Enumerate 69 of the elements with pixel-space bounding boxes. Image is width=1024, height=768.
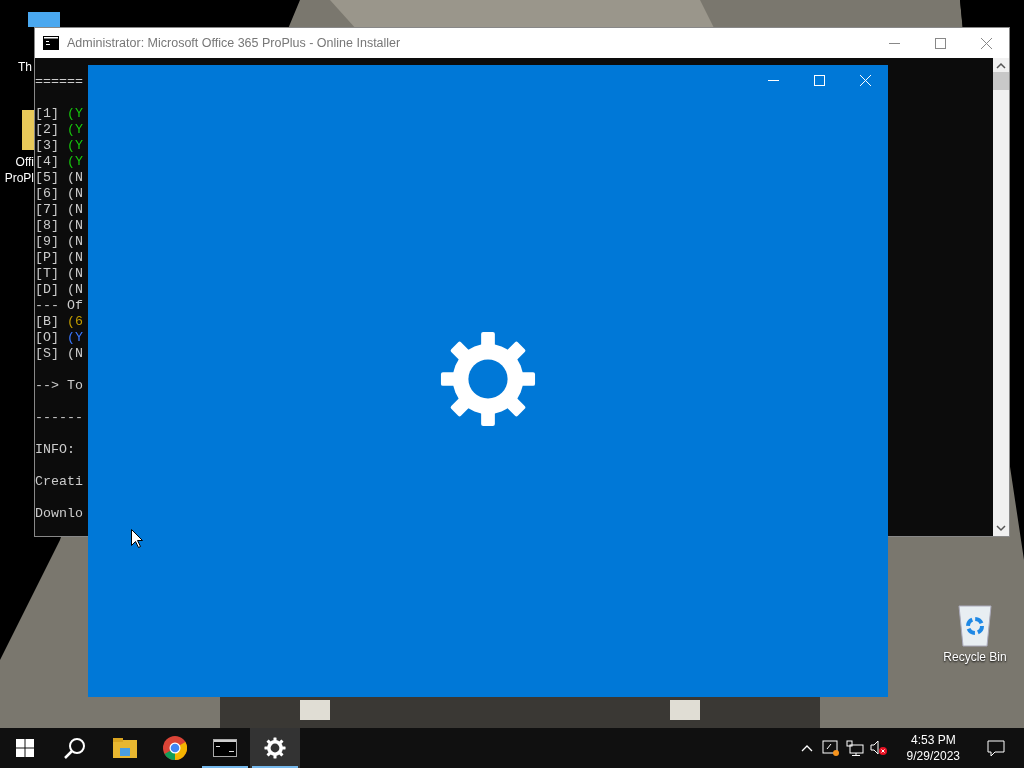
- close-icon: [859, 74, 871, 86]
- console-line: (N: [66, 218, 83, 233]
- cursor-icon: [131, 529, 143, 548]
- console-line: [1]: [35, 106, 59, 121]
- console-line: Downlo: [35, 506, 83, 521]
- console-line: --- Of: [35, 298, 83, 313]
- console-line: [O]: [35, 330, 59, 345]
- close-icon: [980, 37, 992, 49]
- console-line: (N: [66, 234, 83, 249]
- console-line: [T]: [35, 266, 59, 281]
- console-line: [P]: [35, 250, 59, 265]
- console-line: [7]: [35, 202, 59, 217]
- console-line: (N: [66, 282, 83, 297]
- maximize-icon: [934, 37, 946, 49]
- console-line: [4]: [35, 154, 59, 169]
- clock-time[interactable]: 4:53 PM: [906, 731, 960, 748]
- console-line: (Y: [66, 106, 83, 121]
- icon-label: Recycle Bin: [942, 650, 1008, 666]
- console-line: (6: [66, 314, 83, 329]
- scroll-down-icon[interactable]: [996, 524, 1006, 532]
- folder-icon: [22, 110, 34, 150]
- windows-logo-icon: [16, 739, 34, 757]
- network-icon: [845, 740, 864, 756]
- monitor-icon: [28, 12, 60, 27]
- folder-icon: [113, 738, 137, 758]
- trash-can-icon: [955, 602, 995, 648]
- display-icon: [821, 740, 840, 756]
- console-line: (N: [66, 186, 83, 201]
- console-line: (Y: [66, 138, 83, 153]
- console-line: [6]: [35, 186, 59, 201]
- icon-label: Th: [18, 60, 33, 76]
- search-icon: [64, 737, 86, 759]
- console-line: ------: [35, 410, 83, 425]
- console-line: INFO:: [35, 442, 75, 457]
- scrollbar[interactable]: [993, 58, 1009, 536]
- console-line: [8]: [35, 218, 59, 233]
- scroll-thumb[interactable]: [993, 72, 1009, 90]
- terminal-icon: [43, 36, 59, 50]
- console-line: (N: [66, 202, 83, 217]
- console-line: (N: [66, 346, 83, 361]
- speaker-muted-icon: [869, 740, 888, 756]
- console-line: (N: [66, 170, 83, 185]
- gear-icon: [439, 330, 537, 428]
- taskbar-button[interactable]: [250, 728, 300, 768]
- console-line: ======: [35, 74, 83, 89]
- console-line: Creati: [35, 474, 83, 489]
- console-line: [9]: [35, 234, 59, 249]
- console-line: (Y: [66, 154, 83, 169]
- scroll-up-icon[interactable]: [996, 62, 1006, 70]
- terminal-icon: [213, 739, 237, 757]
- console-line: --> To: [35, 378, 83, 393]
- console-line: [B]: [35, 314, 59, 329]
- console-line: [5]: [35, 170, 59, 185]
- speech-bubble-icon: [987, 739, 1005, 757]
- chrome-icon: [163, 736, 187, 760]
- icon-label: Offi ProPl: [3, 155, 34, 187]
- console-line: (Y: [66, 122, 83, 137]
- console-line: (N: [66, 266, 83, 281]
- console-line: [S]: [35, 346, 59, 361]
- console-line: (N: [66, 250, 83, 265]
- window-title: Administrator: Microsoft Office 365 ProPlus - Online Installer: [67, 34, 402, 52]
- clock-date[interactable]: 9/29/2023: [906, 748, 960, 765]
- console-line: [2]: [35, 122, 59, 137]
- maximize-icon: [813, 74, 825, 86]
- console-line: [D]: [35, 282, 59, 297]
- console-line: [3]: [35, 138, 59, 153]
- gear-icon: [264, 737, 286, 759]
- caret-up-icon: [800, 744, 813, 752]
- console-line: (Y: [66, 330, 83, 345]
